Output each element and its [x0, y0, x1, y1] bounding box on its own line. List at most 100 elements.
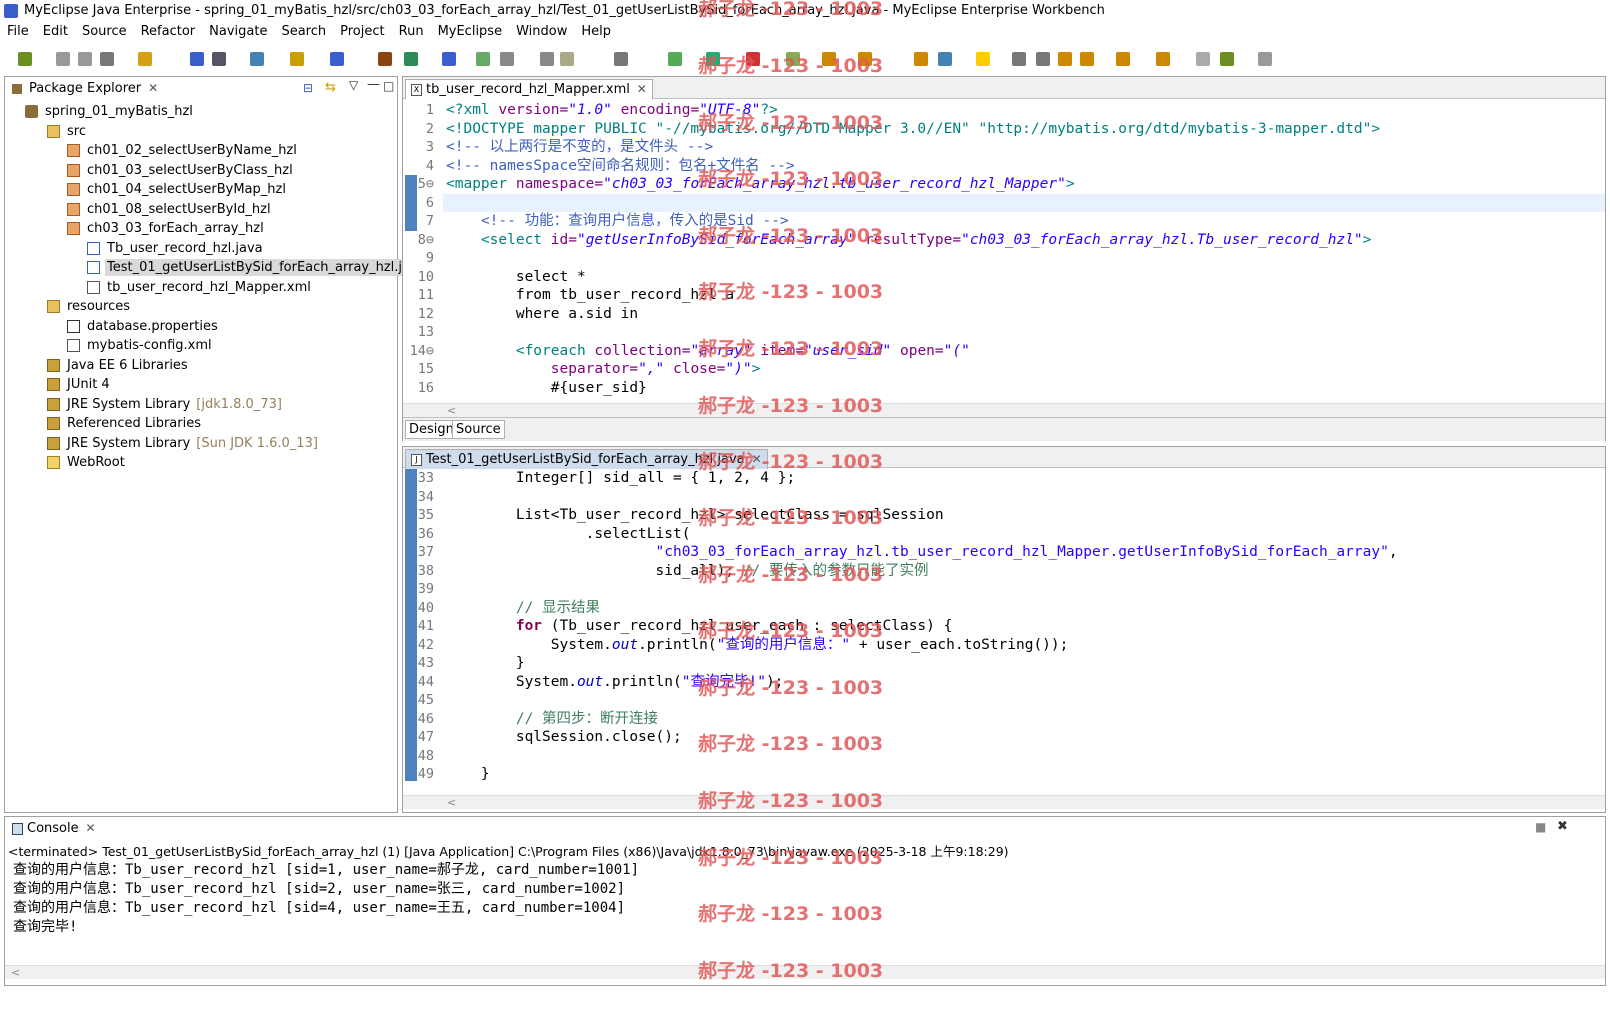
menu-window[interactable]: Window — [516, 22, 567, 42]
link-with-editor-icon[interactable]: ⇆ — [325, 80, 336, 95]
xml-editor: X tb_user_record_hzl_Mapper.xml ✕ 1 <?xml… — [402, 76, 1606, 441]
package-icon — [67, 202, 80, 216]
tab-design[interactable]: Design — [405, 420, 458, 439]
toolbar-button-icon[interactable] — [668, 52, 682, 66]
toolbar-button-icon[interactable] — [1012, 52, 1026, 66]
toolbar-button-icon[interactable] — [614, 52, 628, 66]
tree-item[interactable]: JRE System Library [jdk1.8.0_73] — [47, 395, 282, 414]
tab-console[interactable]: Console ✕ — [7, 819, 101, 839]
library-icon — [47, 358, 60, 372]
toolbar-button-icon[interactable] — [56, 52, 70, 66]
menu-refactor[interactable]: Refactor — [141, 22, 196, 42]
java-horizontal-scrollbar[interactable]: < — [403, 795, 1605, 809]
menu-help[interactable]: Help — [581, 22, 611, 42]
toolbar-button-icon[interactable] — [290, 52, 304, 66]
toolbar-button-icon[interactable] — [404, 52, 418, 66]
toolbar-button-icon[interactable] — [500, 52, 514, 66]
menu-run[interactable]: Run — [399, 22, 424, 42]
tree-item[interactable]: database.properties — [67, 317, 218, 336]
menu-search[interactable]: Search — [281, 22, 326, 42]
tab-package-explorer[interactable]: Package Explorer ✕ — [7, 79, 163, 99]
menu-myeclipse[interactable]: MyEclipse — [438, 22, 503, 42]
tree-item[interactable]: resources — [47, 297, 130, 316]
menu-project[interactable]: Project — [340, 22, 384, 42]
toolbar-button-icon[interactable] — [560, 52, 574, 66]
close-icon[interactable]: ✕ — [637, 80, 647, 99]
toolbar-button-icon[interactable] — [786, 52, 800, 66]
code-token: <?xml — [446, 102, 499, 118]
menu-file[interactable]: File — [7, 22, 29, 42]
console-horizontal-scrollbar[interactable]: < — [5, 965, 1605, 979]
toolbar-button-icon[interactable] — [938, 52, 952, 66]
toolbar-button-icon[interactable] — [78, 52, 92, 66]
tree-item[interactable]: Java EE 6 Libraries — [47, 356, 188, 375]
toolbar-button-icon[interactable] — [212, 52, 226, 66]
toolbar-button-icon[interactable] — [1116, 52, 1130, 66]
tree-item[interactable]: ch01_04_selectUserByMap_hzl — [67, 180, 286, 199]
minimize-icon[interactable]: — — [367, 77, 380, 92]
tab-test-java[interactable]: J Test_01_getUserListBySid_forEach_array… — [405, 449, 768, 469]
tree-item[interactable]: Test_01_getUserListBySid_forEach_array_h… — [87, 258, 428, 277]
menu-source[interactable]: Source — [82, 22, 127, 42]
view-menu-icon[interactable]: ▽ — [349, 78, 358, 92]
tree-item[interactable]: mybatis-config.xml — [67, 336, 212, 355]
tree-item[interactable]: tb_user_record_hzl_Mapper.xml — [87, 278, 311, 297]
tree-item[interactable]: ch01_02_selectUserByName_hzl — [67, 141, 297, 160]
toolbar-button-icon[interactable] — [746, 52, 760, 66]
tree-item[interactable]: JRE System Library [Sun JDK 1.6.0_13] — [47, 434, 318, 453]
toolbar-button-icon[interactable] — [100, 52, 114, 66]
menu-edit[interactable]: Edit — [43, 22, 68, 42]
tree-item[interactable]: ch03_03_forEach_array_hzl — [67, 219, 264, 238]
close-icon[interactable]: ✕ — [86, 819, 96, 838]
line-number: 9 — [425, 250, 434, 266]
tree-item[interactable]: spring_01_myBatis_hzl — [25, 102, 193, 121]
toolbar-button-icon[interactable] — [706, 52, 720, 66]
toolbar-button-icon[interactable] — [138, 52, 152, 66]
xml-code-area[interactable]: 1 <?xml version="1.0" encoding="UTF-8"?> 2… — [403, 100, 1605, 406]
toolbar-button-icon[interactable] — [250, 52, 264, 66]
toolbar-button-icon[interactable] — [476, 52, 490, 66]
toolbar-button-icon[interactable] — [1058, 52, 1072, 66]
toolbar-button-icon[interactable] — [822, 52, 836, 66]
tree-item[interactable]: Tb_user_record_hzl.java — [87, 239, 263, 258]
code-line: <!DOCTYPE mapper PUBLIC "-//mybatis.org/… — [446, 120, 1380, 139]
toolbar-button-icon[interactable] — [1156, 52, 1170, 66]
toolbar-button-icon[interactable] — [442, 52, 456, 66]
code-line: // 第四步：断开连接 — [446, 710, 658, 729]
code-token: + user_each.toString()); — [850, 636, 1069, 653]
toolbar-button-icon[interactable] — [378, 52, 392, 66]
toolbar-button-icon[interactable] — [190, 52, 204, 66]
toolbar-button-icon[interactable] — [1258, 52, 1272, 66]
java-code-area[interactable]: 33 Integer[] sid_all = { 1, 2, 4 }; 34 35 … — [403, 469, 1605, 791]
toolbar-button-icon[interactable] — [858, 52, 872, 66]
collapse-all-icon[interactable]: ⊟ — [303, 81, 313, 95]
toolbar-button-icon[interactable] — [540, 52, 554, 66]
tab-mapper-xml[interactable]: X tb_user_record_hzl_Mapper.xml ✕ — [405, 79, 653, 99]
close-icon[interactable]: ✕ — [148, 79, 158, 98]
toolbar-button-icon[interactable] — [1080, 52, 1094, 66]
terminate-icon[interactable]: ■ — [1535, 820, 1546, 834]
toolbar-button-icon[interactable] — [914, 52, 928, 66]
tree-item[interactable]: ch01_08_selectUserById_hzl — [67, 200, 271, 219]
tree-item[interactable]: ch01_03_selectUserByClass_hzl — [67, 161, 293, 180]
tree-item[interactable]: src — [47, 122, 86, 141]
console-output[interactable]: 查询的用户信息：Tb_user_record_hzl [sid=1, user_… — [5, 861, 1605, 961]
remove-launch-icon[interactable]: ✖ — [1557, 819, 1568, 834]
close-icon[interactable]: ✕ — [752, 450, 762, 469]
xml-horizontal-scrollbar[interactable]: < — [403, 403, 1605, 417]
code-line: #{user_sid} — [446, 379, 647, 398]
toolbar-button-icon[interactable] — [976, 52, 990, 66]
toolbar-button-icon[interactable] — [1036, 52, 1050, 66]
tree-item[interactable]: WebRoot — [47, 453, 125, 472]
maximize-icon[interactable]: □ — [383, 79, 394, 93]
toolbar-button-icon[interactable] — [18, 52, 32, 66]
code-token: "(" — [943, 342, 970, 359]
tree-item[interactable]: JUnit 4 — [47, 375, 110, 394]
tab-source[interactable]: Source — [452, 420, 505, 439]
toolbar-button-icon[interactable] — [1220, 52, 1234, 66]
menu-navigate[interactable]: Navigate — [209, 22, 267, 42]
tree-item[interactable]: Referenced Libraries — [47, 414, 201, 433]
toolbar-button-icon[interactable] — [1196, 52, 1210, 66]
toolbar-button-icon[interactable] — [330, 52, 344, 66]
